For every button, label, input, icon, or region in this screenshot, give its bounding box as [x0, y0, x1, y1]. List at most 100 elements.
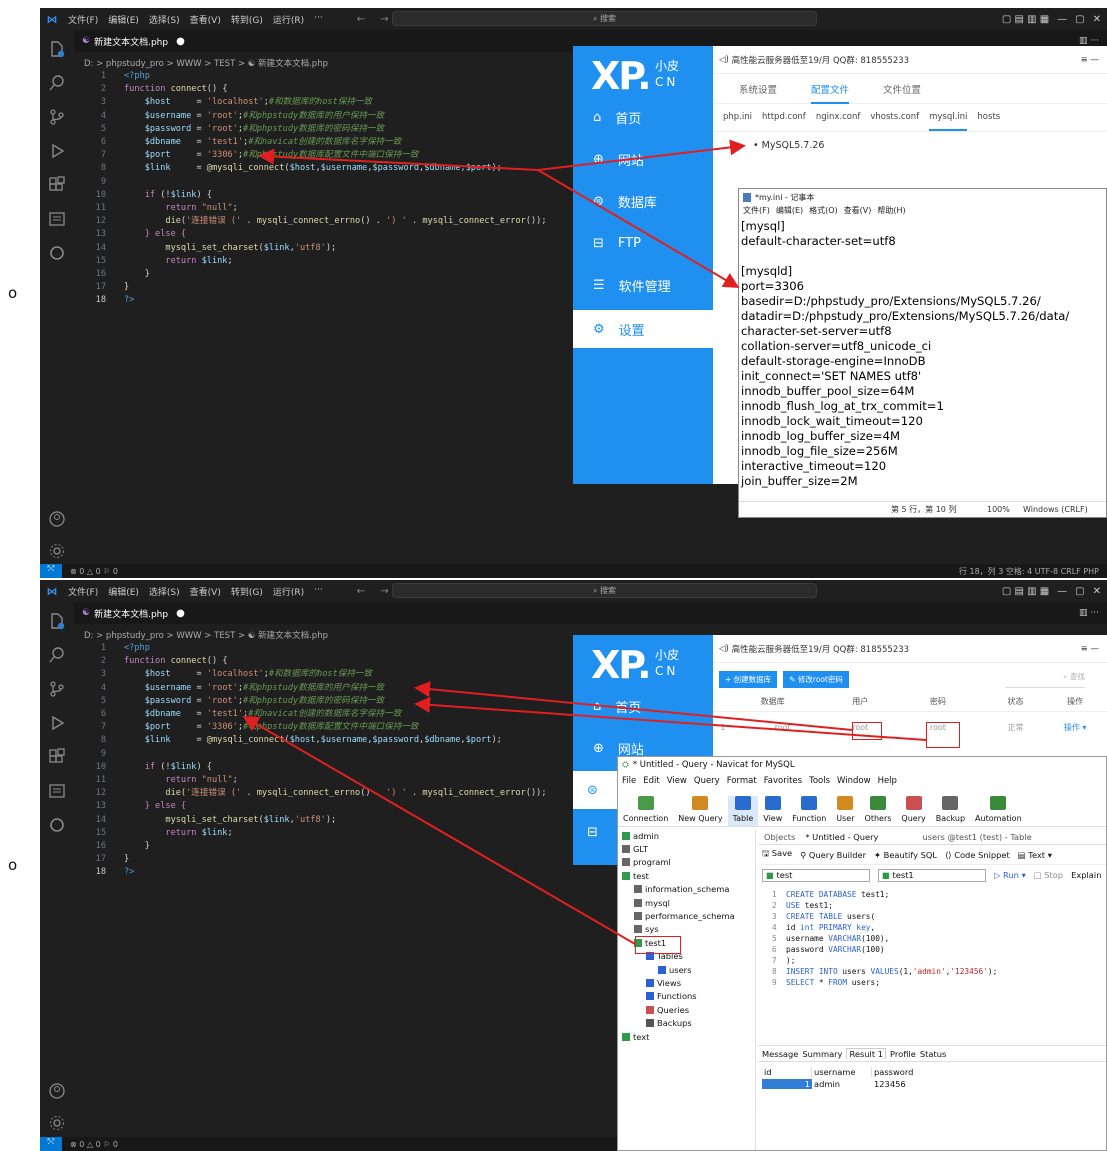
- code-line[interactable]: 18 ?>: [88, 294, 628, 307]
- tab-users-table[interactable]: users @test1 (test) - Table: [922, 832, 1031, 842]
- code-line[interactable]: 6 $dbname = 'test1'; #和navicat创建的数据库名字保持一…: [88, 708, 628, 721]
- code-line[interactable]: 6 $dbname = 'test1'; #和navicat创建的数据库名字保持一…: [88, 136, 628, 149]
- tab-summary[interactable]: Summary: [802, 1049, 842, 1059]
- xp-nav-database[interactable]: ⊜: [573, 771, 617, 809]
- tab-result-1[interactable]: Result 1: [846, 1048, 887, 1059]
- extensions-icon[interactable]: [46, 746, 68, 768]
- settings-gear-icon[interactable]: [46, 1112, 68, 1134]
- menu-edit[interactable]: 编辑(E): [108, 585, 139, 598]
- account-icon[interactable]: [46, 1080, 68, 1102]
- nv-menu-help[interactable]: Help: [878, 776, 897, 786]
- run-debug-icon[interactable]: [46, 140, 68, 162]
- nv-menu-format[interactable]: Format: [727, 776, 757, 786]
- minimize-button[interactable]: —: [1057, 14, 1067, 25]
- timeline-icon[interactable]: [46, 242, 68, 264]
- unsaved-dot-icon[interactable]: ●: [176, 608, 185, 619]
- db-row-action[interactable]: 操作 ▾: [1043, 722, 1107, 733]
- xp-nav-ftp[interactable]: ⊟: [573, 813, 617, 851]
- editor-actions-icon[interactable]: ▥ ···: [1079, 608, 1099, 618]
- menu-run[interactable]: 运行(R): [273, 585, 304, 598]
- menu-more[interactable]: ···: [314, 585, 323, 598]
- code-line[interactable]: 14 mysqli_set_charset($link,'utf8');: [88, 242, 628, 255]
- menu-file[interactable]: 文件(F): [68, 585, 98, 598]
- code-line[interactable]: 16 }: [88, 840, 628, 853]
- nav-back-forward-icon[interactable]: ← →: [357, 586, 395, 597]
- explorer-icon[interactable]: [46, 610, 68, 632]
- code-line[interactable]: 7 $port = '3306'; #和phpstudy数据库配置文件中端口保持一…: [88, 149, 628, 162]
- editor-tab-label[interactable]: 新建文本文档.php: [94, 35, 168, 48]
- tree-item[interactable]: information_schema: [618, 883, 755, 896]
- account-icon[interactable]: [46, 508, 68, 530]
- maximize-button[interactable]: ▢: [1075, 586, 1084, 597]
- xp-announcement[interactable]: 高性能云服务器低至19/月 QQ群: 818555233: [732, 54, 910, 66]
- code-line[interactable]: 3 $host = 'localhost'; #和数据库的host保持一致: [88, 668, 628, 681]
- db-search-input[interactable]: ⌕ 查找: [1004, 671, 1085, 688]
- nv-menu-tools[interactable]: Tools: [809, 776, 830, 786]
- stop-button[interactable]: □ Stop: [1034, 870, 1063, 880]
- notepad-menu-view[interactable]: 查看(V): [844, 205, 872, 219]
- change-root-password-button[interactable]: ✎ 修改root密码: [783, 671, 849, 688]
- toolbar-connection-button[interactable]: Connection: [618, 796, 673, 826]
- subtab-hosts[interactable]: hosts: [977, 112, 1000, 131]
- notepad-text[interactable]: [mysql] default-character-set=utf8 [mysqld…: [739, 219, 1106, 489]
- command-search[interactable]: ⌕ 搜索: [392, 11, 817, 26]
- menu-go[interactable]: 转到(G): [231, 585, 263, 598]
- xp-nav-home[interactable]: ⌂ 首页: [573, 687, 713, 725]
- toolbar-new-query-button[interactable]: New Query: [673, 796, 727, 826]
- tree-item[interactable]: Backups: [618, 1016, 755, 1029]
- minimize-button[interactable]: —: [1057, 586, 1067, 597]
- code-line[interactable]: 16 }: [88, 268, 628, 281]
- editor-actions-icon[interactable]: ▥ ···: [1079, 36, 1099, 46]
- subtab-nginx-conf[interactable]: nginx.conf: [816, 112, 861, 131]
- code-line[interactable]: 11 return "null";: [88, 202, 628, 215]
- code-line[interactable]: 9: [88, 176, 628, 189]
- code-line[interactable]: 3 $host = 'localhost'; #和数据库的host保持一致: [88, 96, 628, 109]
- remote-indicator-icon[interactable]: ⤲: [40, 1137, 62, 1151]
- nv-menu-edit[interactable]: Edit: [643, 776, 659, 786]
- tab-status[interactable]: Status: [920, 1049, 946, 1059]
- xp-nav-website[interactable]: ⊕ 网站: [573, 140, 713, 178]
- tree-item[interactable]: sys: [618, 923, 755, 936]
- settings-gear-icon[interactable]: [46, 540, 68, 562]
- create-db-button[interactable]: + 创建数据库: [719, 671, 778, 688]
- tab-untitled-query[interactable]: * Untitled - Query: [805, 832, 878, 842]
- tree-item[interactable]: Queries: [618, 1003, 755, 1016]
- xp-nav-home[interactable]: ⌂ 首页: [573, 98, 713, 136]
- layout-icon[interactable]: ▢ ▤ ▥ ▦: [1002, 586, 1049, 597]
- text-mode-button[interactable]: ▤ Text ▾: [1018, 850, 1052, 860]
- code-line[interactable]: 12 die('连接错误 (' . mysqli_connect_errno()…: [88, 787, 628, 800]
- beautify-sql-button[interactable]: ✦ Beautify SQL: [874, 850, 937, 860]
- code-line[interactable]: 1 <?php: [88, 70, 628, 83]
- notepad-menu-edit[interactable]: 编辑(E): [776, 205, 803, 219]
- code-line[interactable]: 1 <?php: [88, 642, 628, 655]
- tree-item[interactable]: Views: [618, 976, 755, 989]
- xp-announcement[interactable]: 高性能云服务器低至19/月 QQ群: 818555233: [732, 643, 910, 655]
- connection-select[interactable]: ■ test: [762, 868, 870, 882]
- remote-indicator-icon[interactable]: ⤲: [40, 564, 62, 578]
- code-line[interactable]: 9: [88, 748, 628, 761]
- close-button[interactable]: ✕: [1093, 14, 1101, 25]
- tree-item[interactable]: admin: [618, 829, 755, 842]
- command-search[interactable]: ⌕ 搜索: [392, 583, 817, 598]
- nv-menu-file[interactable]: File: [622, 776, 636, 786]
- tree-item[interactable]: performance_schema: [618, 909, 755, 922]
- timeline-icon[interactable]: [46, 814, 68, 836]
- code-line[interactable]: 18 ?>: [88, 866, 628, 879]
- toolbar-others-button[interactable]: Others: [860, 796, 897, 826]
- notepad-menu-help[interactable]: 帮助(H): [877, 205, 905, 219]
- code-line[interactable]: 14 mysqli_set_charset($link,'utf8');: [88, 814, 628, 827]
- toolbar-automation-button[interactable]: Automation: [970, 796, 1027, 826]
- problems-status[interactable]: ⊗ 0 △ 0 ⚐ 0: [70, 1140, 118, 1149]
- nv-menu-query[interactable]: Query: [694, 776, 720, 786]
- tree-item[interactable]: programl: [618, 856, 755, 869]
- code-line[interactable]: 15 return $link;: [88, 255, 628, 268]
- tab-config-file[interactable]: 配置文件: [811, 82, 850, 104]
- toolbar-user-button[interactable]: User: [831, 796, 859, 826]
- xp-nav-settings[interactable]: ⚙ 设置: [573, 310, 713, 348]
- toolbar-view-button[interactable]: View: [758, 796, 787, 826]
- remote-explorer-icon[interactable]: [46, 780, 68, 802]
- remote-explorer-icon[interactable]: [46, 208, 68, 230]
- subtab-php-ini[interactable]: php.ini: [723, 112, 752, 131]
- source-control-icon[interactable]: [46, 106, 68, 128]
- code-line[interactable]: 17}: [88, 853, 628, 866]
